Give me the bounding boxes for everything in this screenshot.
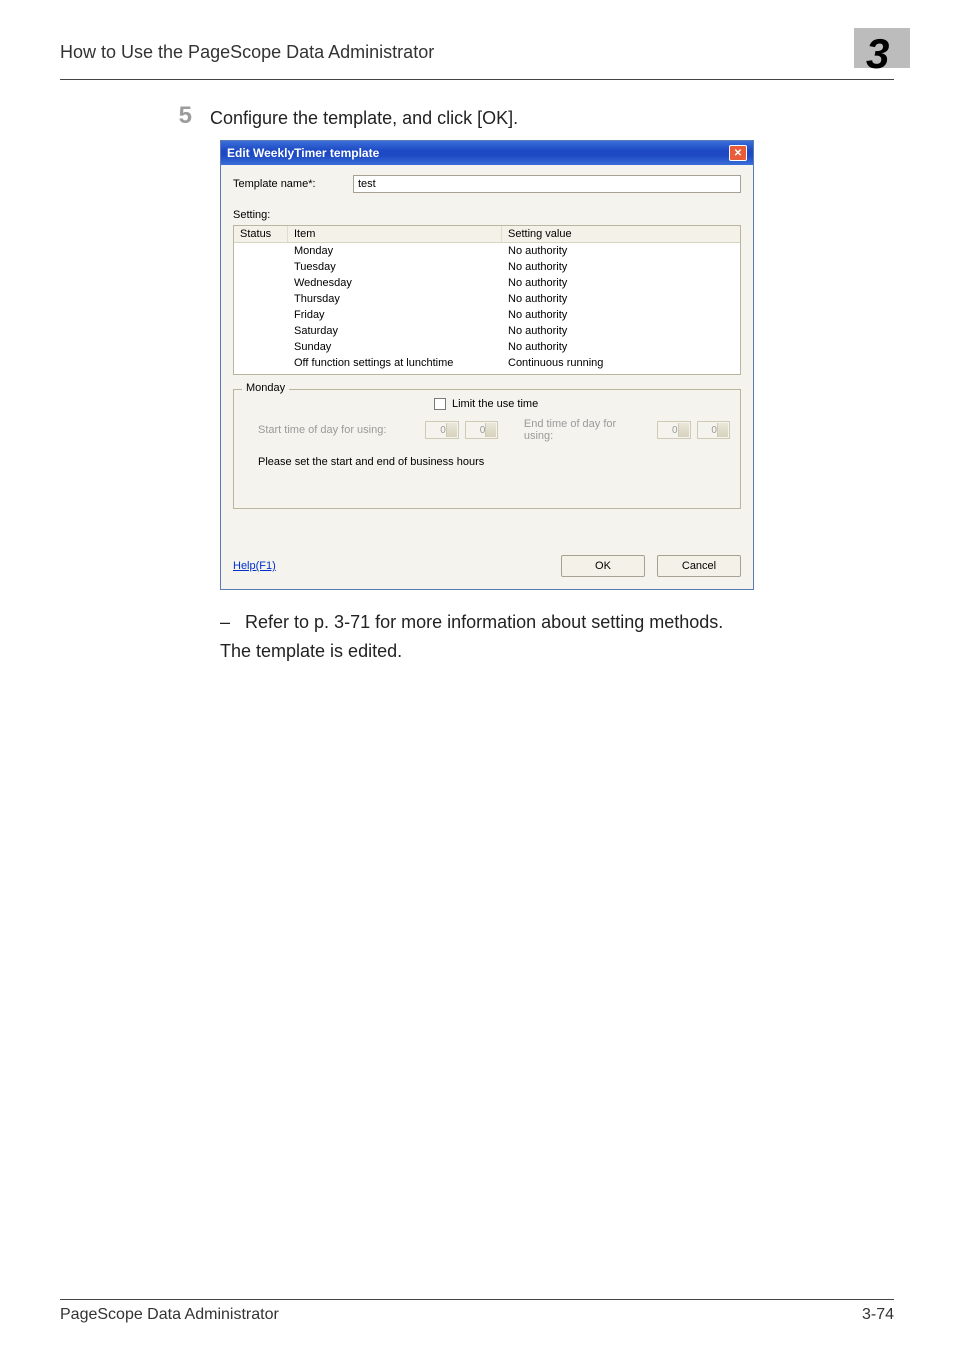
start-hour-spinner[interactable]: 0 (425, 421, 458, 439)
settings-table[interactable]: Status Item Setting value Monday No auth… (233, 225, 741, 375)
template-name-input[interactable] (353, 175, 741, 193)
table-row[interactable]: Off function settings at lunchtime Conti… (234, 355, 740, 371)
chapter-badge: 3 (854, 30, 924, 78)
step-text: Configure the template, and click [OK]. (210, 102, 518, 129)
start-time-label: Start time of day for using: (244, 424, 419, 436)
table-row[interactable]: Set a password for using during off-ho..… (234, 371, 740, 375)
col-header-value[interactable]: Setting value (502, 226, 740, 242)
refer-text: – Refer to p. 3-71 for more information … (220, 608, 894, 637)
header-title: How to Use the PageScope Data Administra… (60, 30, 434, 63)
chapter-number: 3 (866, 30, 889, 78)
dialog-titlebar: Edit WeeklyTimer template ✕ (221, 141, 753, 165)
table-row[interactable]: Sunday No authority (234, 339, 740, 355)
start-min-spinner[interactable]: 0 (465, 421, 498, 439)
ok-button[interactable]: OK (561, 555, 645, 577)
table-row[interactable]: Thursday No authority (234, 291, 740, 307)
setting-label: Setting: (233, 209, 741, 221)
col-header-status[interactable]: Status (234, 226, 288, 242)
end-time-label: End time of day for using: (524, 418, 645, 442)
step-number: 5 (170, 102, 210, 130)
limit-use-time-checkbox[interactable] (434, 398, 446, 410)
dialog-title-text: Edit WeeklyTimer template (227, 146, 379, 160)
detail-hint: Please set the start and end of business… (244, 456, 730, 468)
table-row[interactable]: Friday No authority (234, 307, 740, 323)
table-row[interactable]: Saturday No authority (234, 323, 740, 339)
footer-left: PageScope Data Administrator (60, 1306, 279, 1324)
table-row[interactable]: Monday No authority (234, 243, 740, 259)
table-row[interactable]: Wednesday No authority (234, 275, 740, 291)
edited-text: The template is edited. (220, 637, 894, 666)
template-name-label: Template name*: (233, 178, 353, 190)
footer-right: 3-74 (862, 1306, 894, 1324)
end-hour-spinner[interactable]: 0 (657, 421, 690, 439)
table-row[interactable]: Tuesday No authority (234, 259, 740, 275)
detail-panel: Monday Limit the use time Start time of … (233, 389, 741, 509)
cancel-button[interactable]: Cancel (657, 555, 741, 577)
limit-use-time-label: Limit the use time (452, 398, 538, 410)
col-header-item[interactable]: Item (288, 226, 502, 242)
help-link[interactable]: Help(F1) (233, 560, 276, 572)
end-min-spinner[interactable]: 0 (697, 421, 730, 439)
dialog-edit-weeklytimer: Edit WeeklyTimer template ✕ Template nam… (220, 140, 754, 590)
detail-title: Monday (242, 382, 289, 394)
close-icon[interactable]: ✕ (729, 145, 747, 161)
